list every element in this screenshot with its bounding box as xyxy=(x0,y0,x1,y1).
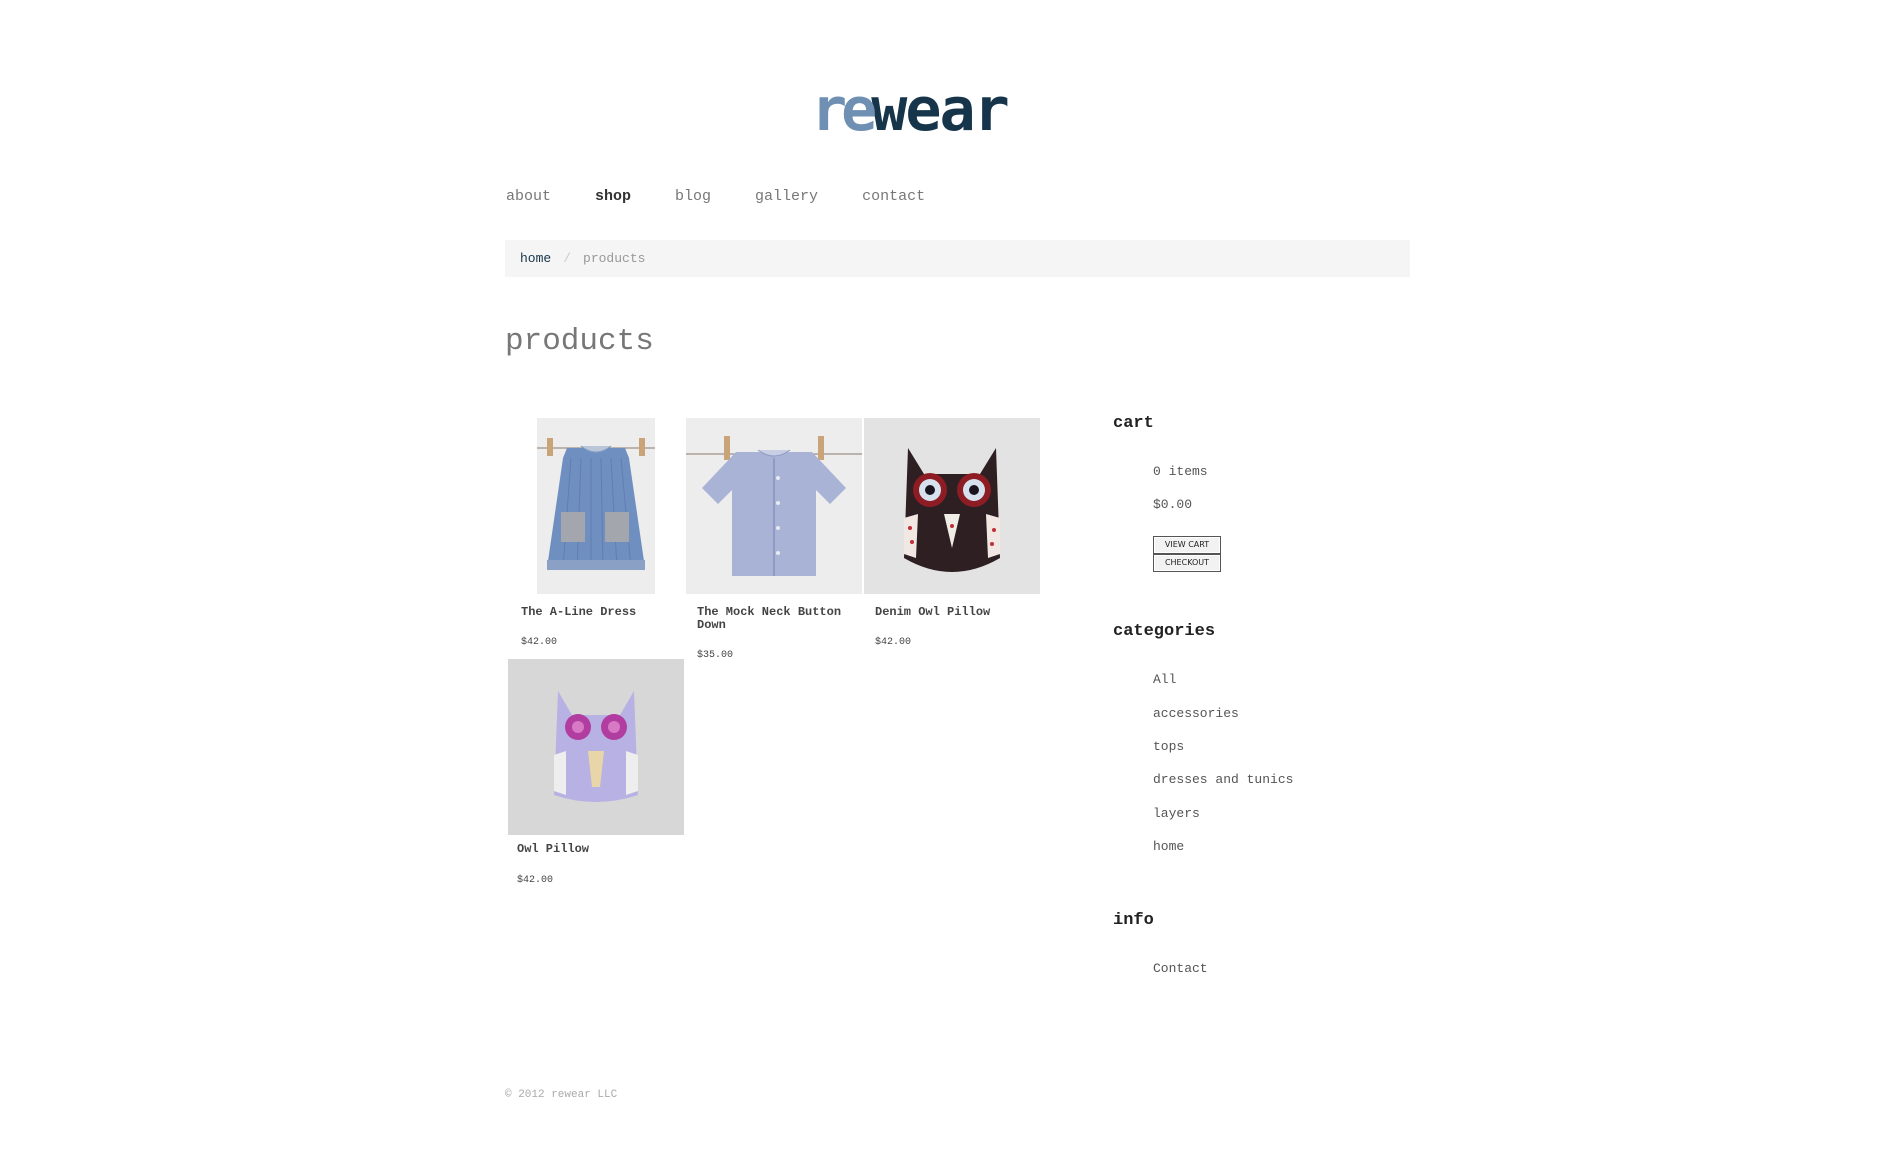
product-card: The Mock Neck Button Down $35.00 xyxy=(686,418,866,663)
cart-total: $0.00 xyxy=(1153,497,1193,512)
footer-copyright: © 2012 rewear LLC xyxy=(505,1089,618,1101)
view-cart-button[interactable]: View Cart xyxy=(1153,536,1221,554)
product-image-shirt[interactable] xyxy=(686,418,862,594)
categories-heading: categories xyxy=(1113,622,1216,641)
product-price: $42.00 xyxy=(517,875,554,886)
nav-item-blog[interactable]: blog xyxy=(675,188,711,205)
info-link-contact[interactable]: Contact xyxy=(1153,961,1208,976)
breadcrumb-home-link[interactable]: home xyxy=(520,251,551,266)
category-link-all[interactable]: All xyxy=(1153,672,1176,687)
cart-item-count: 0 items xyxy=(1153,464,1208,479)
purple-owl-illustration xyxy=(508,659,684,835)
product-card: The A-Line Dress $42.00 xyxy=(508,418,688,648)
product-price: $35.00 xyxy=(697,650,734,661)
info-heading: info xyxy=(1113,911,1154,930)
nav-item-contact[interactable]: contact xyxy=(862,188,925,205)
dress-illustration xyxy=(537,418,655,594)
product-name[interactable]: Denim Owl Pillow xyxy=(875,606,1040,619)
product-name[interactable]: The Mock Neck Button Down xyxy=(697,606,862,632)
category-link-dresses-and-tunics[interactable]: dresses and tunics xyxy=(1153,772,1293,787)
product-image-denim-owl[interactable] xyxy=(864,418,1040,594)
site-logo[interactable]: re wear xyxy=(811,75,1010,145)
category-link-home[interactable]: home xyxy=(1153,839,1184,854)
breadcrumb-separator: / xyxy=(563,251,572,266)
product-image-owl[interactable] xyxy=(508,659,684,835)
category-link-accessories[interactable]: accessories xyxy=(1153,706,1239,721)
product-card: Denim Owl Pillow $42.00 xyxy=(864,418,1044,648)
logo-re-text: re xyxy=(811,75,877,145)
main-nav: about shop blog gallery contact xyxy=(506,188,969,205)
cart-heading: cart xyxy=(1113,414,1154,433)
nav-item-gallery[interactable]: gallery xyxy=(755,188,818,205)
product-price: $42.00 xyxy=(521,637,558,648)
dark-owl-illustration xyxy=(864,418,1040,594)
page-title: products xyxy=(505,324,654,359)
nav-item-shop[interactable]: shop xyxy=(595,188,631,205)
category-link-layers[interactable]: layers xyxy=(1153,806,1200,821)
logo-wear-text: wear xyxy=(871,75,1009,145)
nav-item-about[interactable]: about xyxy=(506,188,551,205)
breadcrumb-current: products xyxy=(583,251,646,266)
product-image-dress[interactable] xyxy=(537,418,655,594)
shirt-illustration xyxy=(686,418,862,594)
product-name[interactable]: The A-Line Dress xyxy=(521,606,681,619)
checkout-button[interactable]: Checkout xyxy=(1153,554,1221,572)
product-card: Owl Pillow $42.00 xyxy=(508,659,688,889)
product-price: $42.00 xyxy=(875,637,912,648)
breadcrumb: home / products xyxy=(505,240,1410,277)
category-link-tops[interactable]: tops xyxy=(1153,739,1184,754)
product-name[interactable]: Owl Pillow xyxy=(517,843,682,856)
page: re wear about shop blog gallery contact … xyxy=(0,0,1904,1169)
